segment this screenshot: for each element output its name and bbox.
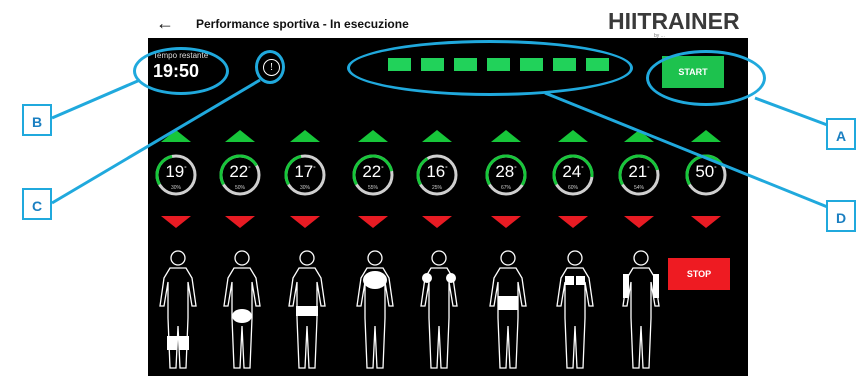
callout-label-c: C (22, 188, 52, 220)
callout-line-b (51, 78, 141, 120)
callout-label-a: A (826, 118, 856, 150)
callout-label-d: D (826, 200, 856, 232)
callout-label-b: B (22, 104, 52, 136)
callout-ring-a (646, 50, 766, 106)
callout-line-c (51, 78, 261, 205)
callout-ring-b (133, 47, 229, 95)
callout-ring-d (347, 40, 633, 96)
callout-ring-c (255, 50, 285, 84)
callout-line-a (754, 96, 831, 128)
